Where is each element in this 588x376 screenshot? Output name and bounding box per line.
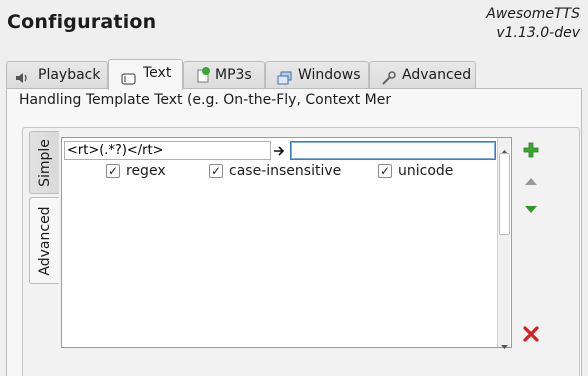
case-insensitive-label: case-insensitive (229, 163, 342, 179)
app-version: v1.13.0-dev (496, 25, 580, 41)
tab-windows-label: Windows (298, 67, 361, 83)
wrench-icon (381, 68, 396, 85)
arrow-right-icon (272, 141, 286, 160)
tab-mp3s-label: MP3s (215, 67, 252, 83)
unicode-checkbox[interactable]: ✓ (378, 164, 392, 178)
speaker-icon (15, 68, 30, 83)
scroll-up-icon[interactable] (500, 141, 509, 154)
red-x-icon (523, 326, 539, 342)
unicode-label: unicode (398, 163, 454, 179)
delete-rule-button[interactable] (522, 325, 540, 343)
case-insensitive-checkbox[interactable]: ✓ (209, 164, 223, 178)
tab-text[interactable]: Text (108, 59, 183, 90)
tab-text-label: Text (143, 65, 172, 81)
tab-advanced-mode-label: Advanced (36, 205, 53, 276)
triangle-up-icon (525, 178, 537, 185)
tab-playback-label: Playback (38, 67, 101, 83)
windows-stack-icon (277, 68, 292, 85)
add-rule-button[interactable] (522, 141, 540, 159)
text-box-icon (121, 68, 136, 85)
regex-label: regex (126, 163, 166, 179)
replacement-input[interactable] (290, 141, 496, 160)
rules-list[interactable]: ✓ regex ✓ case-insensitive ✓ unicode (61, 137, 512, 349)
tab-advanced-mode[interactable]: Advanced (29, 197, 59, 284)
version-label: AwesomeTTS v1.13.0-dev (486, 5, 580, 43)
scroll-down-icon[interactable] (500, 336, 509, 349)
pattern-input[interactable] (64, 141, 271, 160)
tab-mp3s[interactable]: MP3s (183, 61, 265, 88)
scrollbar-handle[interactable] (499, 153, 510, 235)
section-hint: Handling Template Text (e.g. On-the-Fly,… (19, 92, 391, 108)
triangle-down-icon (525, 206, 537, 213)
green-plus-icon (523, 142, 539, 158)
move-down-button[interactable] (522, 201, 540, 219)
page-title: Configuration (7, 11, 157, 33)
vertical-scrollbar[interactable] (497, 138, 510, 349)
app-name: AwesomeTTS (486, 6, 580, 22)
move-up-button[interactable] (522, 172, 540, 190)
tab-advanced-label: Advanced (402, 67, 472, 83)
tab-advanced[interactable]: Advanced (369, 61, 476, 88)
tab-windows[interactable]: Windows (265, 61, 369, 88)
mp3-file-icon (196, 66, 211, 83)
tab-playback[interactable]: Playback (6, 61, 108, 88)
regex-checkbox[interactable]: ✓ (106, 164, 120, 178)
